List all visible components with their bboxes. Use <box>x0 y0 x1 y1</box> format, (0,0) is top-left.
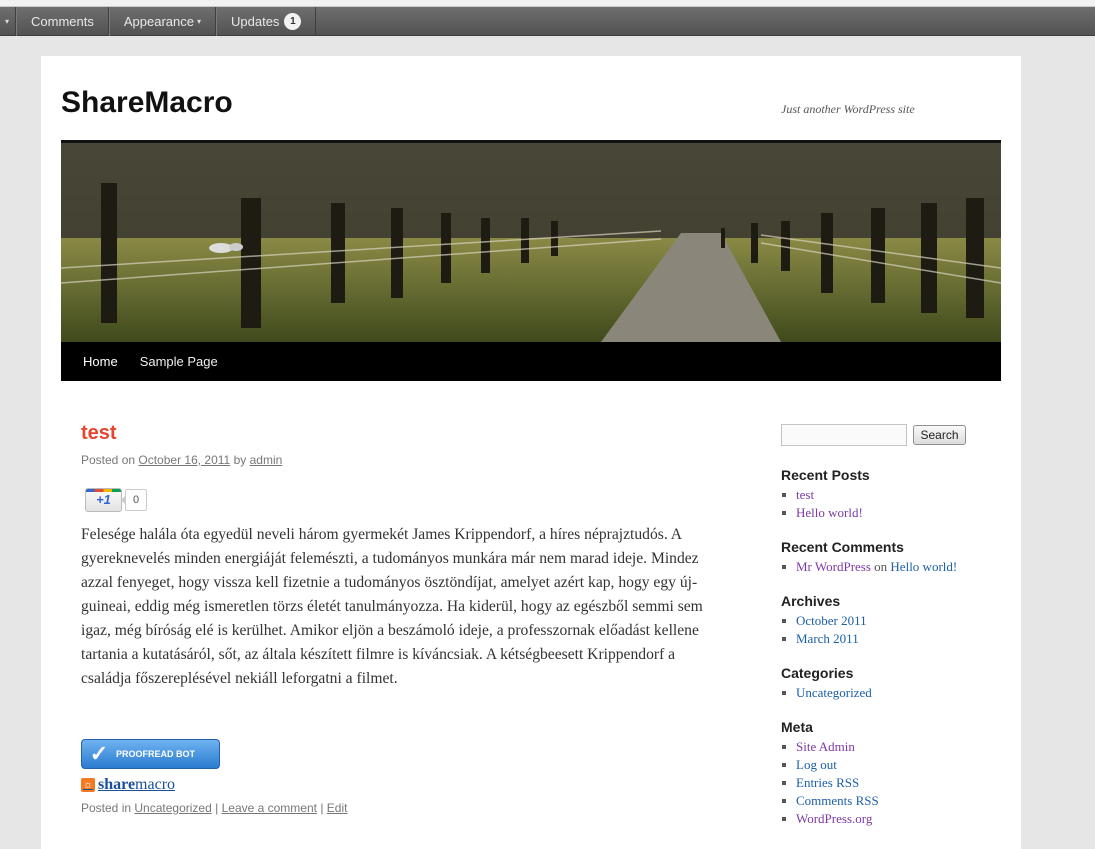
widget-title: Categories <box>781 665 854 681</box>
site-description: Just another WordPress site <box>781 102 915 116</box>
widget-title: Meta <box>781 719 813 735</box>
site-title[interactable]: ShareMacro <box>61 86 233 120</box>
widget-categories: Categories Uncategorized <box>781 665 1001 702</box>
widget-title: Recent Posts <box>781 467 870 483</box>
list-item: Site Admin <box>781 738 1001 756</box>
chevron-down-icon: ▾ <box>197 17 202 26</box>
category-link[interactable]: Uncategorized <box>796 685 872 700</box>
post-footer-meta: Posted in Uncategorized | Leave a commen… <box>81 801 347 815</box>
browser-top-strip <box>0 0 1095 7</box>
list-item: Log out <box>781 756 1001 774</box>
plusone-stripe <box>86 489 121 492</box>
archive-link[interactable]: March 2011 <box>796 631 859 646</box>
header-image <box>61 140 1001 342</box>
list-item: Mr WordPress on Hello world! <box>781 558 1001 576</box>
category-link[interactable]: Uncategorized <box>134 801 211 815</box>
comment-post-link[interactable]: Hello world! <box>890 559 957 574</box>
widget-meta: Meta Site Admin Log out Entries RSS Comm… <box>781 719 1001 828</box>
post-meta: Posted on October 16, 2011 by admin <box>81 453 282 467</box>
checkmark-icon: ✓ <box>89 741 109 766</box>
list-item: test <box>781 486 1001 504</box>
search-input[interactable] <box>781 424 907 446</box>
admin-bar-appearance[interactable]: Appearance ▾ <box>108 7 217 36</box>
post-content: Felesége halála óta egyedül neveli három… <box>81 526 703 687</box>
comment-author-link[interactable]: Mr WordPress <box>796 559 871 574</box>
list-item: WordPress.org <box>781 810 1001 828</box>
search-button[interactable]: Search <box>913 425 966 445</box>
admin-bar-comments[interactable]: Comments <box>16 7 109 36</box>
recent-post-link[interactable]: Hello world! <box>796 505 863 520</box>
widget-title: Recent Comments <box>781 539 904 555</box>
nav-item-home[interactable]: Home <box>72 354 129 369</box>
admin-bar-comments-label: Comments <box>31 14 94 29</box>
main-navigation: Home Sample Page <box>61 342 1001 381</box>
admin-bar-menu[interactable]: ▾ <box>0 7 17 36</box>
list-item: Uncategorized <box>781 684 1001 702</box>
admin-bar: ▾ Comments Appearance ▾ Updates 1 <box>0 7 1095 36</box>
post-author-link[interactable]: admin <box>250 453 283 467</box>
share-link-rest: macro <box>135 776 176 793</box>
rss-icon: ☼ <box>81 778 95 792</box>
list-item: October 2011 <box>781 612 1001 630</box>
meta-link-entries-rss[interactable]: Entries RSS <box>796 775 859 790</box>
header-photo-tree-lined-road <box>61 143 1001 342</box>
separator: | <box>215 801 219 815</box>
by-label: by <box>233 453 247 467</box>
admin-bar-updates-label: Updates <box>231 14 280 29</box>
google-plusone-widget: +1 0 <box>85 488 147 512</box>
share-link-bold: share <box>98 776 136 793</box>
widget-archives: Archives October 2011 March 2011 <box>781 593 1001 648</box>
plusone-label: +1 <box>96 492 111 507</box>
widget-recent-comments: Recent Comments Mr WordPress on Hello wo… <box>781 539 1001 576</box>
list-item: Hello world! <box>781 504 1001 522</box>
nav-item-sample-page[interactable]: Sample Page <box>129 354 229 369</box>
widget-recent-posts: Recent Posts test Hello world! <box>781 467 1001 522</box>
edit-link[interactable]: Edit <box>327 801 348 815</box>
list-item: Comments RSS <box>781 792 1001 810</box>
list-item: Entries RSS <box>781 774 1001 792</box>
posted-on-label: Posted on <box>81 453 136 467</box>
meta-link-wordpress-org[interactable]: WordPress.org <box>796 811 872 826</box>
archive-link[interactable]: October 2011 <box>796 613 867 628</box>
page-container: ShareMacro Just another WordPress site H… <box>41 56 1021 849</box>
post-date-link[interactable]: October 16, 2011 <box>138 453 230 467</box>
post-title[interactable]: test <box>81 422 117 445</box>
meta-link-comments-rss[interactable]: Comments RSS <box>796 793 879 808</box>
chevron-down-icon: ▾ <box>5 17 10 26</box>
meta-link-site-admin[interactable]: Site Admin <box>796 739 855 754</box>
leave-comment-link[interactable]: Leave a comment <box>222 801 317 815</box>
sharemacro-link[interactable]: ☼ share macro <box>81 776 175 794</box>
recent-post-link[interactable]: test <box>796 487 814 502</box>
admin-bar-appearance-label: Appearance <box>123 14 194 29</box>
admin-bar-updates[interactable]: Updates 1 <box>216 7 317 36</box>
widget-title: Archives <box>781 593 841 609</box>
meta-link-log-out[interactable]: Log out <box>796 757 837 772</box>
updates-count-badge: 1 <box>284 13 302 30</box>
plusone-button[interactable]: +1 <box>85 488 122 512</box>
on-label: on <box>874 559 888 574</box>
list-item: March 2011 <box>781 630 1001 648</box>
proofread-bot-button[interactable]: ✓ PROOFREAD BOT <box>81 739 220 769</box>
posted-in-label: Posted in <box>81 801 132 815</box>
proofread-bot-label: PROOFREAD BOT <box>116 749 196 759</box>
separator: | <box>320 801 324 815</box>
plusone-count: 0 <box>121 489 147 511</box>
